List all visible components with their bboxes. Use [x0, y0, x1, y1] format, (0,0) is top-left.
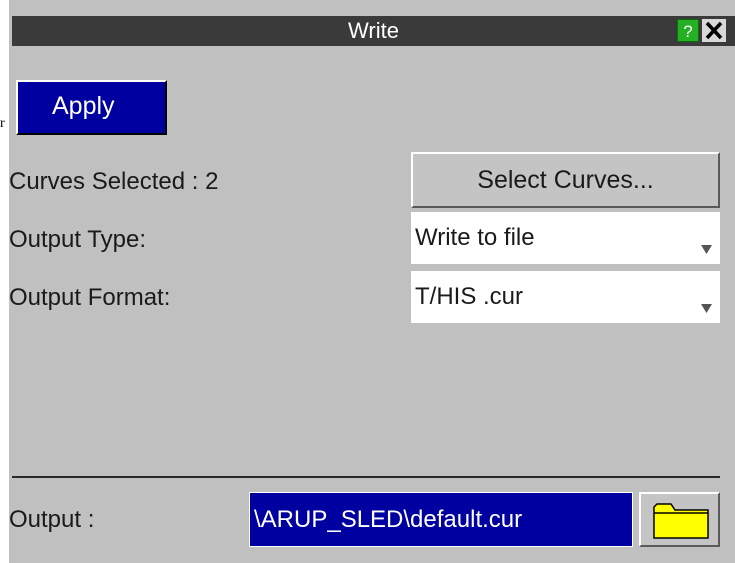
close-button[interactable] — [702, 19, 726, 42]
write-window: Write ? Apply Curves Selected : 2 Select… — [9, 0, 735, 563]
dropdown-arrow-icon — [701, 304, 712, 313]
select-curves-button[interactable]: Select Curves... — [411, 152, 720, 208]
question-mark-icon: ? — [683, 22, 693, 41]
output-type-dropdown[interactable]: Write to file — [411, 212, 720, 264]
output-type-value: Write to file — [415, 224, 535, 251]
output-label: Output : — [9, 506, 95, 533]
help-button[interactable]: ? — [677, 19, 699, 42]
stray-text: r — [0, 116, 5, 131]
output-format-dropdown[interactable]: T/HIS .cur — [411, 271, 720, 323]
divider — [12, 476, 720, 478]
window-title: Write — [348, 18, 399, 43]
output-format-value: T/HIS .cur — [415, 283, 524, 310]
curves-selected-label: Curves Selected : 2 — [9, 168, 219, 195]
title-bar[interactable]: Write — [12, 16, 735, 46]
dropdown-arrow-icon — [701, 245, 712, 254]
output-path-field[interactable]: \ARUP_SLED\default.cur — [249, 492, 633, 547]
output-type-label: Output Type: — [9, 226, 146, 253]
output-format-label: Output Format: — [9, 284, 171, 311]
browse-folder-button[interactable] — [639, 492, 720, 547]
folder-icon — [653, 503, 709, 539]
close-x-icon — [705, 21, 723, 40]
apply-button[interactable]: Apply — [16, 80, 167, 135]
